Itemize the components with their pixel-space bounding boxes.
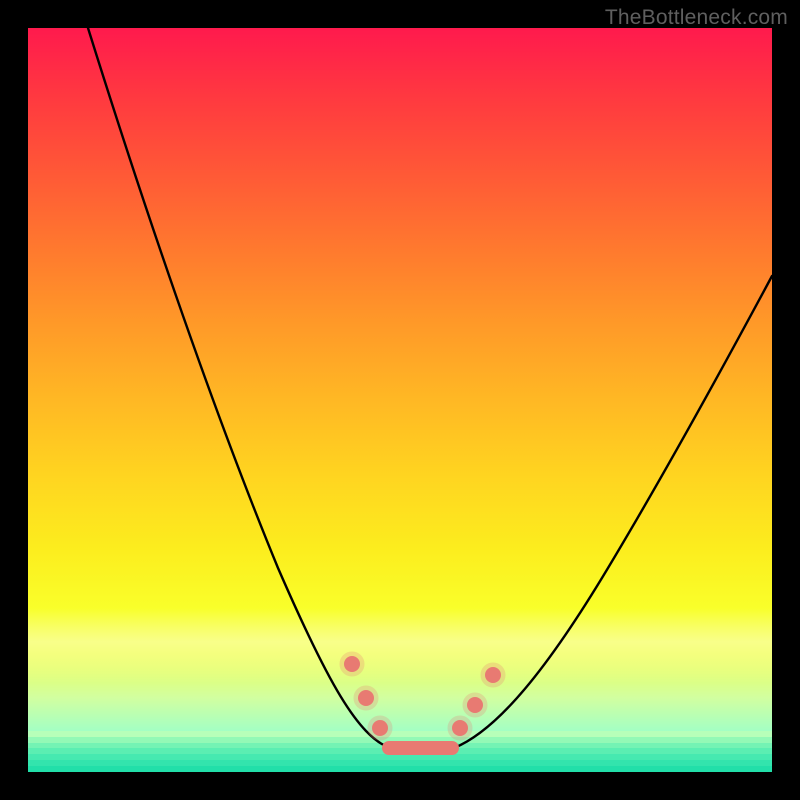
marker-right-3 [484,666,502,684]
plot-area [28,28,772,772]
marker-right-2 [466,696,484,714]
marker-left-3 [371,719,389,737]
marker-left-2 [357,689,375,707]
marker-right-1 [451,719,469,737]
chart-frame: TheBottleneck.com [0,0,800,800]
curve-path [88,28,772,753]
marker-left-1 [343,655,361,673]
watermark-label: TheBottleneck.com [605,6,788,30]
bottleneck-curve [28,28,772,772]
